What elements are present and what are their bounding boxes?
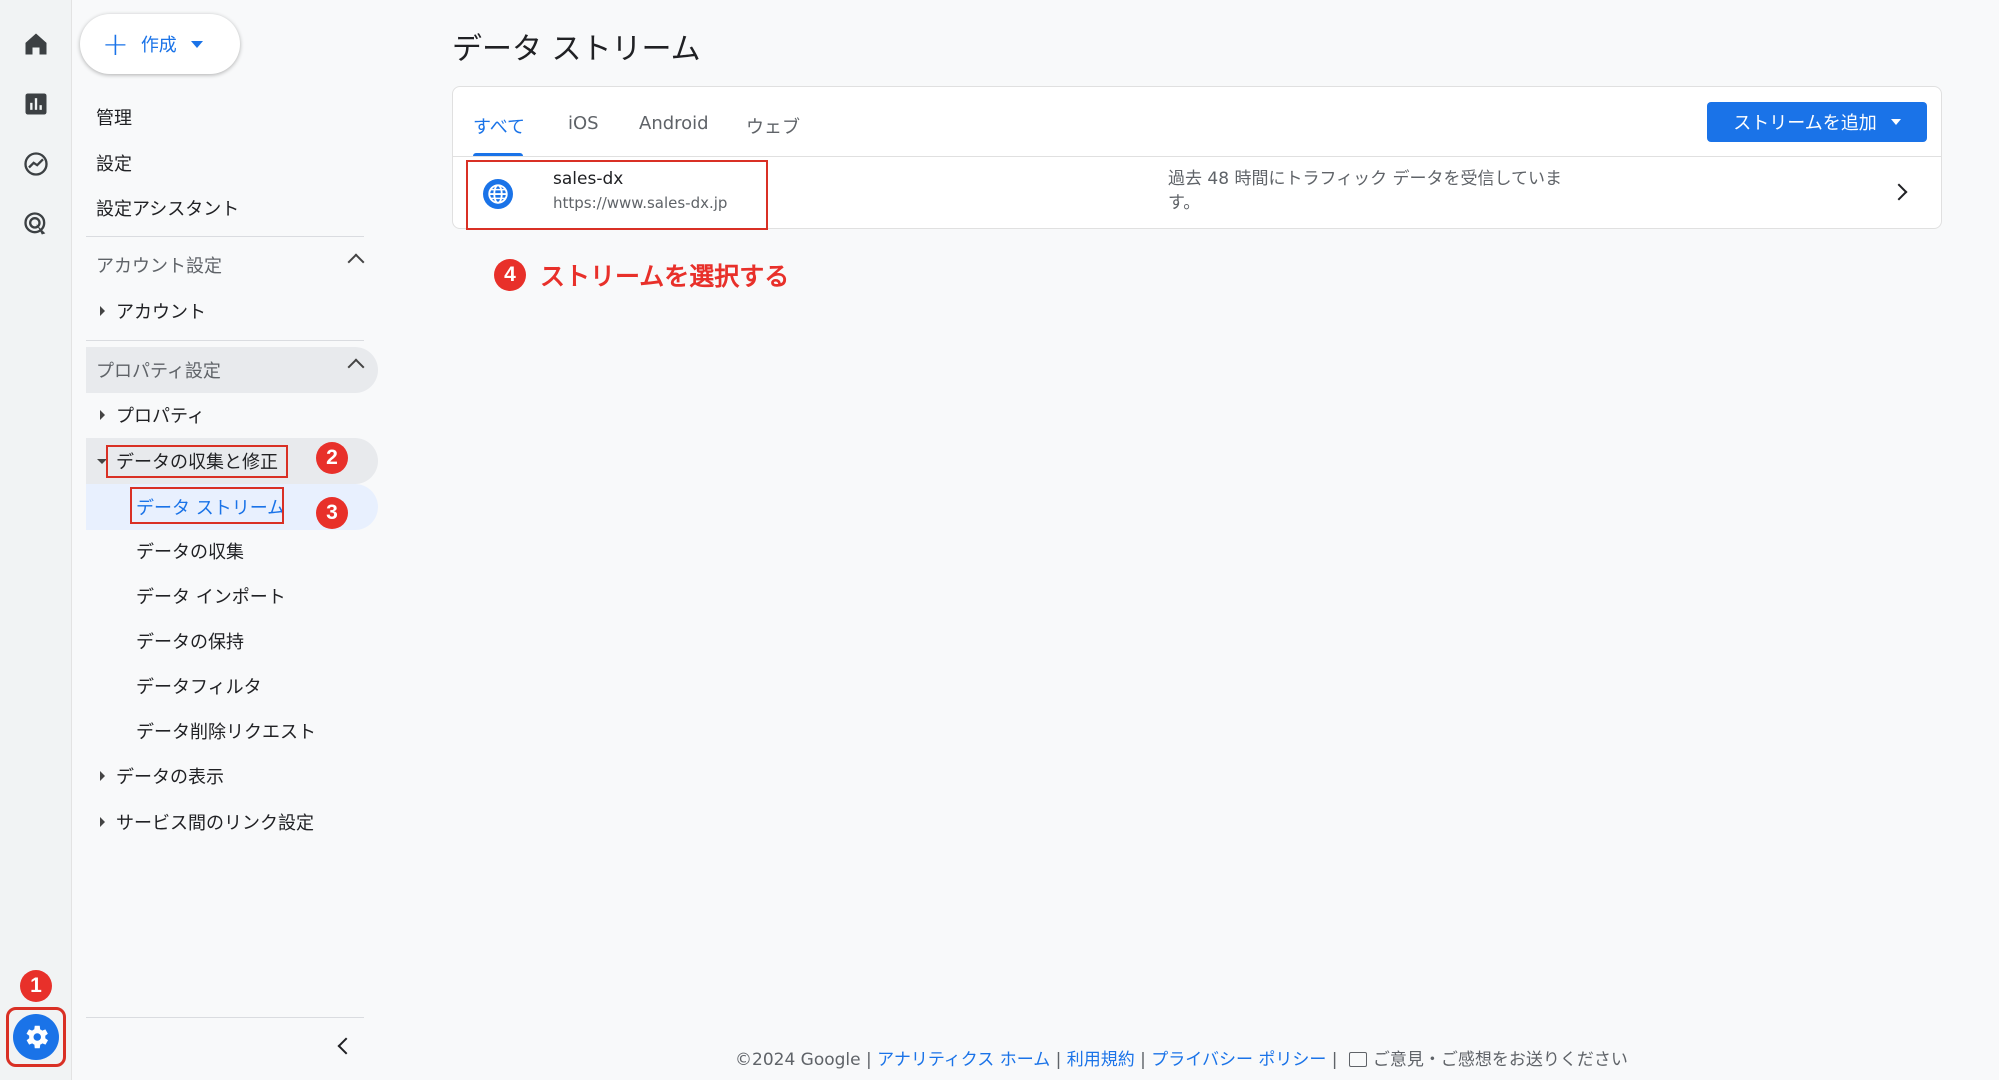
nav-label: サービス間のリンク設定 (116, 813, 314, 834)
admin-sidebar: + 作成 管理 設定 設定アシスタント アカウント設定 アカウント プロパティ設… (72, 0, 382, 1080)
add-stream-button[interactable]: ストリームを追加 (1707, 102, 1927, 142)
collapse-sidebar-chevron-left-icon[interactable] (337, 1037, 355, 1055)
nav-account[interactable]: アカウント (86, 288, 378, 334)
section-label: アカウント設定 (96, 256, 222, 277)
caret-down-icon (1890, 119, 1901, 125)
nav-product-links[interactable]: サービス間のリンク設定 (86, 799, 378, 845)
divider (86, 1017, 364, 1018)
expand-arrow-icon (100, 306, 105, 316)
tab-ios[interactable]: iOS (568, 113, 599, 134)
feedback-icon (1348, 1052, 1367, 1067)
stream-status: 過去 48 時間にトラフィック データを受信していま す。 (1168, 169, 1562, 213)
step-4-text: ストリームを選択する (540, 262, 790, 291)
expand-arrow-icon (100, 771, 105, 781)
step-3-badge: 3 (316, 497, 348, 529)
section-label: プロパティ設定 (96, 361, 221, 382)
page-title: データ ストリーム (452, 32, 701, 67)
nav-label: データの保持 (136, 632, 244, 653)
explore-icon[interactable] (18, 146, 54, 182)
divider (86, 340, 364, 341)
nav-data-display[interactable]: データの表示 (86, 753, 378, 799)
nav-data-retention[interactable]: データの保持 (86, 618, 378, 664)
nav-setup-assistant[interactable]: 設定アシスタント (96, 195, 239, 221)
create-label: 作成 (140, 35, 177, 56)
nav-label: データ削除リクエスト (136, 722, 316, 743)
divider (86, 236, 364, 237)
chevron-right-icon[interactable] (1890, 183, 1908, 201)
nav-data-import[interactable]: データ インポート (86, 573, 378, 619)
add-stream-label: ストリームを追加 (1733, 113, 1877, 134)
stream-tabs: すべて iOS Android ウェブ ストリームを追加 (453, 87, 1941, 157)
step-3-highlight-box (130, 487, 284, 524)
nav-data-collection-sub[interactable]: データの収集 (86, 528, 378, 574)
admin-highlight-box (6, 1007, 66, 1067)
nav-settings[interactable]: 設定 (96, 150, 132, 176)
footer-link-terms[interactable]: 利用規約 (1067, 1050, 1135, 1070)
nav-admin[interactable]: 管理 (96, 104, 132, 130)
footer-link-analytics-home[interactable]: アナリティクス ホーム (877, 1050, 1050, 1070)
nav-label: プロパティ (116, 406, 205, 427)
footer-link-privacy[interactable]: プライバシー ポリシー (1151, 1050, 1326, 1070)
step-4-highlight-box (466, 160, 768, 230)
active-tab-indicator (473, 153, 523, 156)
create-button[interactable]: + 作成 (80, 14, 240, 74)
chevron-up-icon (347, 358, 365, 376)
nav-property[interactable]: プロパティ (86, 392, 378, 438)
caret-down-icon (190, 40, 203, 48)
reports-icon[interactable] (18, 86, 54, 122)
step-4-annotation: 4 ストリームを選択する (494, 257, 789, 293)
nav-label: データフィルタ (136, 677, 262, 698)
tab-all[interactable]: すべて (473, 113, 525, 139)
nav-data-filters[interactable]: データフィルタ (86, 663, 378, 709)
step-4-badge: 4 (494, 259, 526, 291)
home-icon[interactable] (18, 26, 54, 62)
step-2-badge: 2 (316, 442, 348, 474)
nav-label: データの収集 (136, 542, 244, 563)
account-settings-section[interactable]: アカウント設定 (86, 242, 378, 288)
advertising-icon[interactable] (18, 206, 54, 242)
property-settings-section[interactable]: プロパティ設定 (86, 347, 378, 393)
expand-arrow-icon (100, 410, 105, 420)
left-nav-rail: 1 (0, 0, 72, 1080)
plus-icon: + (102, 25, 129, 63)
tab-web[interactable]: ウェブ (746, 113, 800, 139)
tab-android[interactable]: Android (639, 113, 709, 134)
step-1-badge: 1 (20, 970, 52, 1002)
admin-gear-icon[interactable] (13, 1014, 59, 1060)
footer: ©2024 Google | アナリティクス ホーム | 利用規約 | プライバ… (735, 1050, 1628, 1070)
step-2-highlight-box (106, 445, 288, 478)
copyright: ©2024 Google (735, 1050, 861, 1070)
chevron-up-icon (347, 253, 365, 271)
nav-label: アカウント (116, 302, 206, 323)
nav-data-deletion-requests[interactable]: データ削除リクエスト (86, 708, 378, 754)
footer-feedback[interactable]: ご意見・ご感想をお送りください (1373, 1050, 1628, 1070)
expand-arrow-icon (100, 817, 105, 827)
nav-label: データ インポート (136, 587, 286, 608)
nav-label: データの表示 (116, 767, 224, 788)
